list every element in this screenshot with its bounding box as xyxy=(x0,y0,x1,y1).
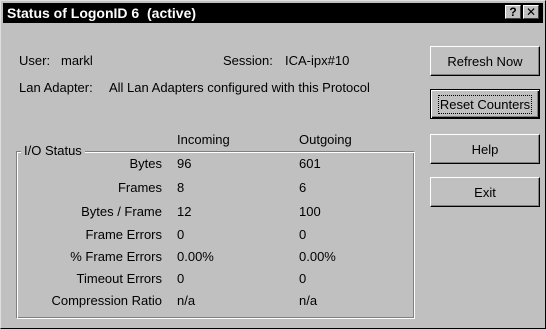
row-label-frames: Frames xyxy=(117,180,162,195)
window-title: Status of LogonID 6 (active) xyxy=(7,5,197,21)
reset-counters-button[interactable]: Reset Counters xyxy=(430,89,540,119)
incoming-percent-frame-errors: 0.00% xyxy=(177,249,214,264)
outgoing-bytes-per-frame: 100 xyxy=(299,204,321,219)
outgoing-header: Outgoing xyxy=(299,132,352,147)
outgoing-frame-errors: 0 xyxy=(299,227,307,242)
reset-counters-label: Reset Counters xyxy=(437,94,533,114)
help-icon[interactable]: ? xyxy=(505,5,521,19)
incoming-bytes: 96 xyxy=(177,156,192,171)
refresh-now-label: Refresh Now xyxy=(447,53,523,69)
incoming-compression-ratio: n/a xyxy=(177,293,196,308)
incoming-bytes-per-frame: 12 xyxy=(177,204,192,219)
exit-button[interactable]: Exit xyxy=(430,177,540,207)
row-label-bytes-per-frame: Bytes / Frame xyxy=(81,204,162,219)
outgoing-timeout-errors: 0 xyxy=(299,271,307,286)
incoming-header: Incoming xyxy=(177,132,230,147)
row-label-percent-frame-errors: % Frame Errors xyxy=(70,249,162,264)
outgoing-bytes: 601 xyxy=(299,156,321,171)
user-value: markl xyxy=(61,53,93,68)
lan-adapter-label: Lan Adapter: xyxy=(19,80,93,95)
row-label-frame-errors: Frame Errors xyxy=(85,227,162,242)
outgoing-frames: 6 xyxy=(299,180,307,195)
lan-adapter-value: All Lan Adapters configured with this Pr… xyxy=(109,80,370,95)
close-icon[interactable]: ✕ xyxy=(523,5,539,19)
row-label-timeout-errors: Timeout Errors xyxy=(76,271,162,286)
outgoing-compression-ratio: n/a xyxy=(299,293,318,308)
session-label: Session: xyxy=(223,53,273,68)
incoming-timeout-errors: 0 xyxy=(177,271,185,286)
user-label: User: xyxy=(19,53,51,68)
incoming-frames: 8 xyxy=(177,180,185,195)
status-dialog: Status of LogonID 6 (active) ? ✕ User: m… xyxy=(0,0,546,329)
help-button[interactable]: Help xyxy=(430,134,540,164)
title-bar: Status of LogonID 6 (active) ? ✕ xyxy=(3,3,543,23)
help-label: Help xyxy=(471,141,499,157)
row-label-bytes: Bytes xyxy=(129,156,162,171)
exit-label: Exit xyxy=(474,184,496,200)
session-value: ICA-ipx#10 xyxy=(285,53,350,68)
incoming-frame-errors: 0 xyxy=(177,227,185,242)
row-label-compression-ratio: Compression Ratio xyxy=(51,293,162,308)
refresh-now-button[interactable]: Refresh Now xyxy=(430,46,540,76)
outgoing-percent-frame-errors: 0.00% xyxy=(299,249,336,264)
